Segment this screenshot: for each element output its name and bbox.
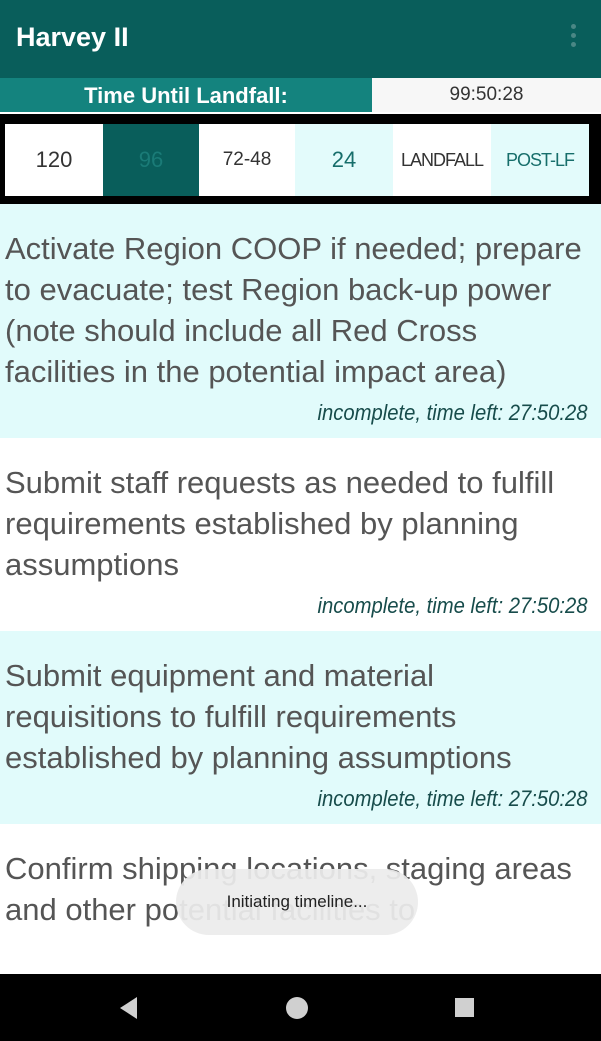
phase-tab-96[interactable]: 96	[103, 124, 199, 196]
phase-tab-landfall[interactable]: LANDFALL	[393, 124, 491, 196]
landfall-countdown: Time Until Landfall: 99:50:28	[0, 78, 601, 114]
task-list: Activate Region COOP if needed; prepare …	[0, 204, 601, 974]
task-item[interactable]: Submit staff requests as needed to fulfi…	[0, 438, 601, 631]
task-item[interactable]: Submit equipment and material requisitio…	[0, 631, 601, 824]
phase-tabs: 120 96 72-48 24 LANDFALL POST-LF	[5, 124, 589, 196]
back-icon[interactable]	[120, 997, 137, 1019]
task-status: incomplete, time left: 27:50:28	[317, 786, 588, 811]
task-status: incomplete, time left: 27:50:28	[317, 593, 588, 618]
phase-tab-120[interactable]: 120	[5, 124, 103, 196]
more-vert-icon[interactable]	[569, 24, 577, 52]
countdown-label: Time Until Landfall:	[0, 78, 372, 112]
task-text: Submit equipment and material requisitio…	[5, 658, 512, 775]
app-title: Harvey II	[16, 22, 129, 52]
home-icon[interactable]	[286, 997, 308, 1019]
phase-tab-72-48[interactable]: 72-48	[199, 124, 295, 196]
task-item[interactable]: Activate Region COOP if needed; prepare …	[0, 204, 601, 438]
task-text: Activate Region COOP if needed; prepare …	[5, 231, 582, 389]
recents-icon[interactable]	[455, 998, 474, 1017]
phase-tab-post-lf[interactable]: POST-LF	[491, 124, 589, 196]
system-nav-bar	[0, 974, 601, 1041]
app-bar: Harvey II	[0, 0, 601, 78]
phase-tab-24[interactable]: 24	[295, 124, 393, 196]
countdown-value: 99:50:28	[372, 78, 601, 112]
toast-message: Initiating timeline...	[176, 869, 418, 935]
task-status: incomplete, time left: 27:50:28	[317, 400, 588, 425]
task-text: Submit staff requests as needed to fulfi…	[5, 465, 555, 582]
